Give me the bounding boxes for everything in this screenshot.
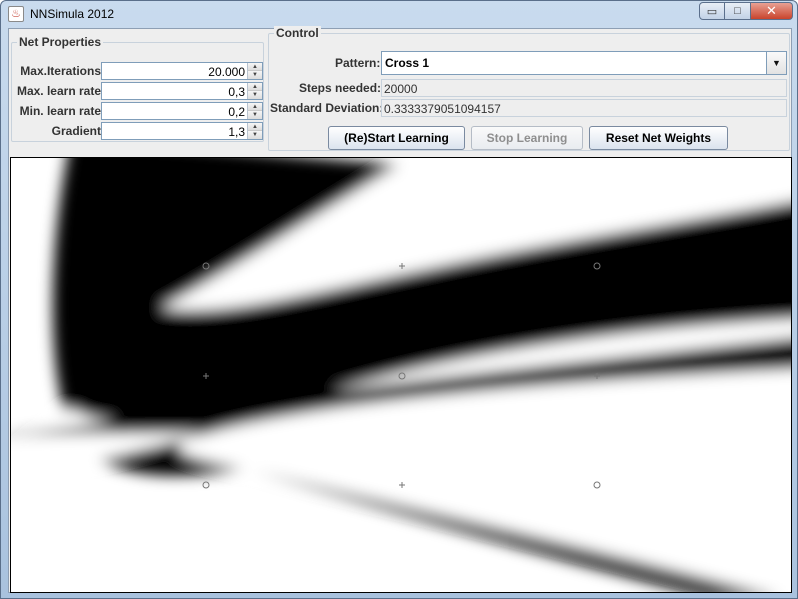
- output-canvas[interactable]: [10, 157, 792, 593]
- spin-down-icon[interactable]: ▼: [248, 131, 262, 139]
- gradient-label: Gradient: [51, 124, 101, 138]
- min-learn-rate-spinner[interactable]: 0,2 ▲ ▼: [101, 102, 263, 120]
- spin-up-icon[interactable]: ▲: [248, 63, 262, 71]
- main-content: Net Properties Max.Iterations 20.000 ▲ ▼…: [8, 26, 792, 593]
- minimize-button[interactable]: ▭: [699, 2, 725, 20]
- net-properties-title: Net Properties: [17, 35, 104, 49]
- spinner-arrows: ▲ ▼: [247, 83, 262, 99]
- spinner-arrows: ▲ ▼: [247, 63, 262, 79]
- gradient-value[interactable]: 1,3: [228, 125, 245, 139]
- prop-row-max-learn-rate: Max. learn rate 0,3 ▲ ▼: [12, 82, 264, 100]
- spin-up-icon[interactable]: ▲: [248, 103, 262, 111]
- spin-down-icon[interactable]: ▼: [248, 71, 262, 79]
- steps-needed-field: 20000: [381, 79, 787, 97]
- min-learn-rate-label: Min. learn rate: [19, 104, 101, 118]
- spinner-arrows: ▲ ▼: [247, 123, 262, 139]
- spinner-arrows: ▲ ▼: [247, 103, 262, 119]
- gradient-spinner[interactable]: 1,3 ▲ ▼: [101, 122, 263, 140]
- net-properties-panel: Net Properties Max.Iterations 20.000 ▲ ▼…: [11, 35, 264, 142]
- steps-needed-value: 20000: [384, 82, 418, 96]
- max-learn-rate-spinner[interactable]: 0,3 ▲ ▼: [101, 82, 263, 100]
- spin-down-icon[interactable]: ▼: [248, 91, 262, 99]
- window-title: NNSimula 2012: [30, 7, 115, 21]
- max-iterations-label: Max.Iterations: [20, 64, 101, 78]
- chevron-down-icon[interactable]: ▼: [766, 52, 786, 74]
- title-bar[interactable]: ♨ NNSimula 2012 ▭ □ ✕: [1, 1, 797, 27]
- close-button[interactable]: ✕: [751, 2, 793, 20]
- prop-row-min-learn-rate: Min. learn rate 0,2 ▲ ▼: [12, 102, 264, 120]
- steps-needed-label: Steps needed:: [299, 81, 382, 95]
- pattern-label: Pattern:: [335, 56, 381, 70]
- spin-down-icon[interactable]: ▼: [248, 111, 262, 119]
- java-app-icon[interactable]: ♨: [8, 6, 24, 22]
- control-title: Control: [274, 26, 321, 40]
- std-deviation-field: 0.3333379051094157: [381, 99, 787, 117]
- max-iterations-value[interactable]: 20.000: [208, 65, 245, 79]
- max-iterations-spinner[interactable]: 20.000 ▲ ▼: [101, 62, 263, 80]
- app-window: ♨ NNSimula 2012 ▭ □ ✕ Net Properties Max…: [0, 0, 798, 599]
- reset-net-weights-button[interactable]: Reset Net Weights: [589, 126, 728, 150]
- decision-map: [11, 158, 791, 592]
- max-learn-rate-value[interactable]: 0,3: [228, 85, 245, 99]
- spin-up-icon[interactable]: ▲: [248, 123, 262, 131]
- prop-row-max-iterations: Max.Iterations 20.000 ▲ ▼: [12, 62, 264, 80]
- std-deviation-value: 0.3333379051094157: [384, 102, 501, 116]
- maximize-button[interactable]: □: [725, 2, 751, 20]
- max-learn-rate-label: Max. learn rate: [16, 84, 101, 98]
- pattern-value: Cross 1: [385, 56, 430, 70]
- spin-up-icon[interactable]: ▲: [248, 83, 262, 91]
- min-learn-rate-value[interactable]: 0,2: [228, 105, 245, 119]
- pattern-select[interactable]: Cross 1 ▼: [381, 51, 787, 75]
- stop-learning-button: Stop Learning: [471, 126, 583, 150]
- prop-row-gradient: Gradient 1,3 ▲ ▼: [12, 122, 264, 140]
- std-deviation-label: Standard Deviation:: [270, 101, 384, 115]
- restart-learning-button[interactable]: (Re)Start Learning: [328, 126, 465, 150]
- control-panel: Control Pattern: Cross 1 ▼ Steps needed:…: [268, 26, 790, 151]
- window-controls: ▭ □ ✕: [699, 2, 793, 21]
